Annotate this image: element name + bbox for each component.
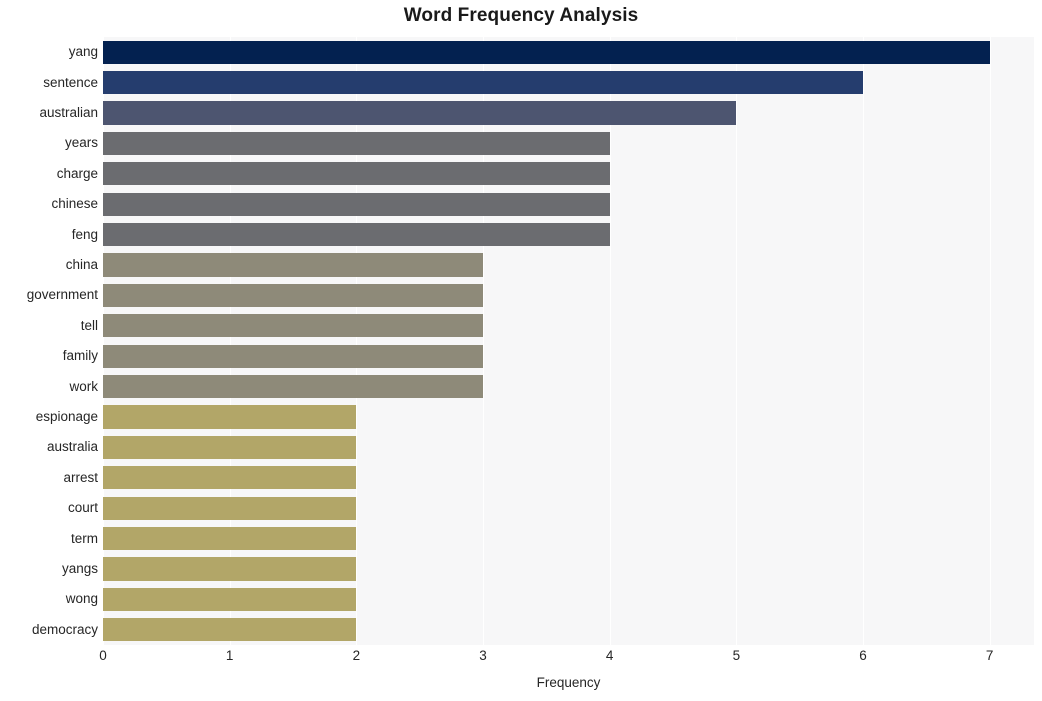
y-axis-tick-labels: yang sentence australian years charge chinese… <box>0 37 98 645</box>
bar-row <box>103 496 1034 520</box>
x-tick-label-2: 2 <box>352 648 361 663</box>
bar-row <box>103 405 1034 429</box>
bar-row <box>103 587 1034 611</box>
plot-area <box>103 37 1034 645</box>
bar-tell <box>103 314 483 338</box>
bar-family <box>103 344 483 368</box>
bar-row <box>103 557 1034 581</box>
y-tick-label-yang: yang <box>68 44 98 60</box>
bar-wong <box>103 587 357 611</box>
bar-work <box>103 375 483 399</box>
x-tick-label-0: 0 <box>99 648 107 663</box>
bar-row <box>103 253 1034 277</box>
bar-row <box>103 466 1034 490</box>
bar-row <box>103 40 1034 64</box>
y-tick-label-wong: wong <box>65 591 98 607</box>
x-axis-tick-labels: 0 1 2 3 4 5 6 7 <box>0 649 1042 671</box>
bar-row <box>103 344 1034 368</box>
bar-row <box>103 618 1034 642</box>
word-frequency-chart-figure: Word Frequency Analysis yang sentence aust… <box>0 0 1042 701</box>
y-tick-label-work: work <box>69 378 98 394</box>
x-tick-label-4: 4 <box>605 648 614 663</box>
bar-democracy <box>103 618 357 642</box>
bar-row <box>103 131 1034 155</box>
bar-term <box>103 527 357 551</box>
y-tick-label-democracy: democracy <box>31 621 98 637</box>
bar-australian <box>103 101 737 125</box>
bar-australia <box>103 435 357 459</box>
y-tick-label-charge: charge <box>56 165 98 181</box>
bar-court <box>103 496 357 520</box>
y-tick-label-feng: feng <box>71 226 98 242</box>
bar-yang <box>103 40 990 64</box>
bar-row <box>103 314 1034 338</box>
bar-row <box>103 223 1034 247</box>
bar-feng <box>103 223 610 247</box>
x-tick-label-3: 3 <box>479 648 487 663</box>
bar-chinese <box>103 192 610 216</box>
x-tick-label-5: 5 <box>732 648 741 663</box>
y-tick-label-espionage: espionage <box>35 409 98 424</box>
y-tick-label-tell: tell <box>80 317 98 333</box>
y-tick-label-yangs: yangs <box>61 561 98 576</box>
x-tick-label-1: 1 <box>225 648 234 663</box>
bar-government <box>103 283 483 307</box>
y-tick-label-chinese: chinese <box>51 196 98 212</box>
y-tick-label-years: years <box>64 135 98 151</box>
bar-row <box>103 283 1034 307</box>
y-tick-label-sentence: sentence <box>43 74 98 90</box>
bar-row <box>103 527 1034 551</box>
bar-row <box>103 71 1034 95</box>
bar-row <box>103 192 1034 216</box>
y-tick-label-australia: australia <box>46 439 98 455</box>
bar-years <box>103 131 610 155</box>
bar-yangs <box>103 557 357 581</box>
bar-arrest <box>103 466 357 490</box>
y-tick-label-arrest: arrest <box>63 469 98 485</box>
bar-row <box>103 435 1034 459</box>
y-tick-label-family: family <box>62 348 98 364</box>
bar-espionage <box>103 405 357 429</box>
y-tick-label-australian: australian <box>39 105 98 120</box>
y-tick-label-court: court <box>67 500 98 516</box>
x-axis-title: Frequency <box>536 675 601 690</box>
x-tick-label-6: 6 <box>859 648 867 663</box>
y-tick-label-government: government <box>26 287 98 303</box>
bar-row <box>103 162 1034 186</box>
bars-layer <box>103 37 1034 645</box>
bar-charge <box>103 162 610 186</box>
x-tick-label-7: 7 <box>985 648 994 663</box>
bar-china <box>103 253 483 277</box>
bar-sentence <box>103 71 863 95</box>
bar-row <box>103 375 1034 399</box>
bar-row <box>103 101 1034 125</box>
y-tick-label-china: china <box>65 257 98 272</box>
y-tick-label-term: term <box>71 530 98 546</box>
chart-title: Word Frequency Analysis <box>403 5 639 26</box>
